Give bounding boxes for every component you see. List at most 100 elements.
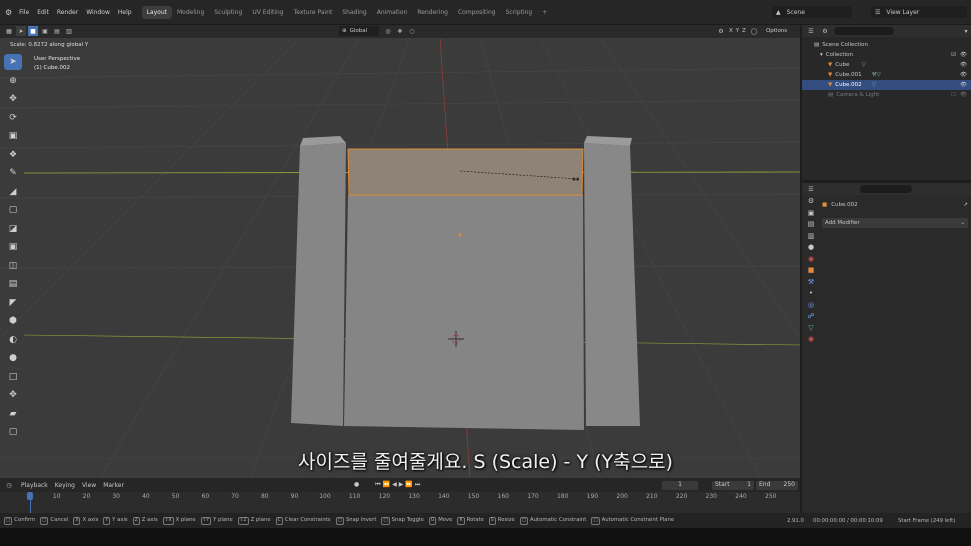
mirror-icon[interactable]: ⚙ xyxy=(716,26,726,36)
end-frame-field[interactable]: 250 xyxy=(784,481,795,490)
cursor-tool-icon[interactable]: ⊕ xyxy=(4,73,22,89)
tab-compositing[interactable]: Compositing xyxy=(453,6,501,19)
add-cube-tool-icon[interactable]: ▢ xyxy=(4,202,22,218)
outliner-row-cube-001[interactable]: ▼ Cube.001 ⚒ ▽ 👁 xyxy=(802,70,971,80)
shear-tool-icon[interactable]: ▰ xyxy=(4,406,22,422)
blender-logo-icon[interactable]: ⚙ xyxy=(0,8,15,17)
options-dropdown[interactable]: Options xyxy=(766,28,787,34)
scale-tool-icon[interactable]: ▣ xyxy=(4,128,22,144)
inset-tool-icon[interactable]: ▣ xyxy=(4,239,22,255)
eye-icon[interactable]: 👁 xyxy=(960,92,967,98)
add-modifier-dropdown[interactable]: Add Modifier xyxy=(825,220,860,226)
view-layer-name[interactable]: View Layer xyxy=(886,9,919,16)
measure-tool-icon[interactable]: ◢ xyxy=(4,184,22,200)
axis-y-toggle[interactable]: Y xyxy=(736,28,739,34)
physics-properties-icon[interactable]: ◎ xyxy=(808,301,814,309)
menu-file[interactable]: File xyxy=(15,9,33,16)
smooth-tool-icon[interactable]: ● xyxy=(4,350,22,366)
knife-tool-icon[interactable]: ◤ xyxy=(4,295,22,311)
poly-build-tool-icon[interactable]: ⬢ xyxy=(4,313,22,329)
orientation-dropdown[interactable]: Global xyxy=(350,28,368,34)
tab-layout[interactable]: Layout xyxy=(141,5,172,19)
output-properties-icon[interactable]: ▤ xyxy=(808,220,815,228)
annotate-tool-icon[interactable]: ✎ xyxy=(4,165,22,181)
filter-icon[interactable]: ▾ xyxy=(961,26,971,36)
add-workspace-button[interactable]: + xyxy=(537,6,552,19)
axis-x-toggle[interactable]: X xyxy=(729,28,733,34)
editor-type-icon[interactable]: ▦ xyxy=(4,26,14,36)
record-icon[interactable]: ● xyxy=(354,481,359,489)
outliner-filter-icon[interactable]: ⚙ xyxy=(820,26,830,36)
render-properties-icon[interactable]: ▣ xyxy=(808,209,815,217)
outliner-row-scene-collection[interactable]: ▤ Scene Collection xyxy=(802,40,971,50)
tab-scripting[interactable]: Scripting xyxy=(501,6,538,19)
outliner-row-cube-002[interactable]: ▼ Cube.002 ▽ 👁 xyxy=(802,80,971,90)
rip-tool-icon[interactable]: ▢ xyxy=(4,424,22,440)
bevel-tool-icon[interactable]: ◫ xyxy=(4,258,22,274)
eye-icon[interactable]: 👁 xyxy=(960,72,967,78)
select-tool-icon[interactable]: ➤ xyxy=(4,54,22,70)
select-mode-icon[interactable]: ➤ xyxy=(16,26,26,36)
select-subtract-icon[interactable]: ▤ xyxy=(52,26,62,36)
timeline-marker-menu[interactable]: Marker xyxy=(103,482,124,489)
tab-shading[interactable]: Shading xyxy=(337,6,371,19)
expand-icon[interactable]: ▾ xyxy=(820,52,823,58)
playhead[interactable] xyxy=(27,492,33,500)
shading-icon[interactable]: ◯ xyxy=(749,26,759,36)
world-properties-icon[interactable]: ◉ xyxy=(808,255,814,263)
spin-tool-icon[interactable]: ◐ xyxy=(4,332,22,348)
tab-modeling[interactable]: Modeling xyxy=(172,6,209,19)
eye-icon[interactable]: 👁 xyxy=(960,62,967,68)
start-frame-field[interactable]: 1 xyxy=(747,481,751,490)
extrude-tool-icon[interactable]: ◪ xyxy=(4,221,22,237)
edge-slide-tool-icon[interactable]: □ xyxy=(4,369,22,385)
axis-z-toggle[interactable]: Z xyxy=(742,28,746,34)
proportional-icon[interactable]: ○ xyxy=(407,26,417,36)
menu-help[interactable]: Help xyxy=(114,9,136,16)
loop-cut-tool-icon[interactable]: ▤ xyxy=(4,276,22,292)
menu-window[interactable]: Window xyxy=(82,9,114,16)
eye-icon[interactable]: 👁 xyxy=(960,82,967,88)
outliner-search-input[interactable] xyxy=(834,27,894,35)
constraints-properties-icon[interactable]: ☍ xyxy=(807,312,814,320)
properties-search-input[interactable] xyxy=(860,185,912,193)
timeline-type-icon[interactable]: ◷ xyxy=(4,480,14,490)
outliner-row-collection[interactable]: ▾ Collection ☑ 👁 xyxy=(802,50,971,60)
pivot-icon[interactable]: ◎ xyxy=(383,26,393,36)
current-frame-field[interactable]: 1 xyxy=(662,481,698,490)
data-properties-icon[interactable]: ▽ xyxy=(808,324,813,332)
object-properties-icon[interactable]: ■ xyxy=(808,266,815,274)
scene-properties-icon[interactable]: ● xyxy=(808,243,814,251)
particles-properties-icon[interactable]: • xyxy=(809,289,813,297)
move-tool-icon[interactable]: ✥ xyxy=(4,91,22,107)
3d-viewport[interactable]: ↔ Scale: 0.8272 along global Y User Pers… xyxy=(0,38,800,478)
eye-icon[interactable]: 👁 xyxy=(960,52,967,58)
timeline-playback-menu[interactable]: Playback xyxy=(21,482,48,489)
select-extend-icon[interactable]: ▣ xyxy=(40,26,50,36)
tab-rendering[interactable]: Rendering xyxy=(412,6,453,19)
scene-name[interactable]: Scene xyxy=(787,9,805,16)
outliner-row-camera-light[interactable]: ▤ Camera & Light ☐ 👁 xyxy=(802,90,971,100)
tab-sculpting[interactable]: Sculpting xyxy=(209,6,247,19)
modifier-properties-icon[interactable]: ⚒ xyxy=(808,278,814,286)
rotate-tool-icon[interactable]: ⟳ xyxy=(4,110,22,126)
select-box-icon[interactable]: ■ xyxy=(28,26,38,36)
play-icon[interactable]: ▶ xyxy=(399,481,404,489)
transform-tool-icon[interactable]: ❖ xyxy=(4,147,22,163)
outliner-type-icon[interactable]: ☰ xyxy=(806,26,816,36)
properties-type-icon[interactable]: ☰ xyxy=(806,184,816,194)
view-layer-properties-icon[interactable]: ▥ xyxy=(808,232,815,240)
timeline-track[interactable]: 1102030405060708090100110120130140150160… xyxy=(0,492,800,513)
jump-end-icon[interactable]: ⏭ xyxy=(415,481,420,489)
pin-icon[interactable]: ➚ xyxy=(963,202,968,208)
jump-start-icon[interactable]: ⏮ xyxy=(375,481,380,489)
checkbox-icon[interactable]: ☑ xyxy=(951,52,956,58)
menu-edit[interactable]: Edit xyxy=(33,9,53,16)
next-keyframe-icon[interactable]: ⏩ xyxy=(405,481,412,489)
checkbox-icon[interactable]: ☐ xyxy=(951,92,956,98)
material-properties-icon[interactable]: ◉ xyxy=(808,335,814,343)
tool-properties-icon[interactable]: ⚙ xyxy=(808,197,814,205)
prev-keyframe-icon[interactable]: ⏪ xyxy=(383,481,390,489)
timeline-keying-menu[interactable]: Keying xyxy=(55,482,75,489)
play-reverse-icon[interactable]: ◀ xyxy=(392,481,397,489)
